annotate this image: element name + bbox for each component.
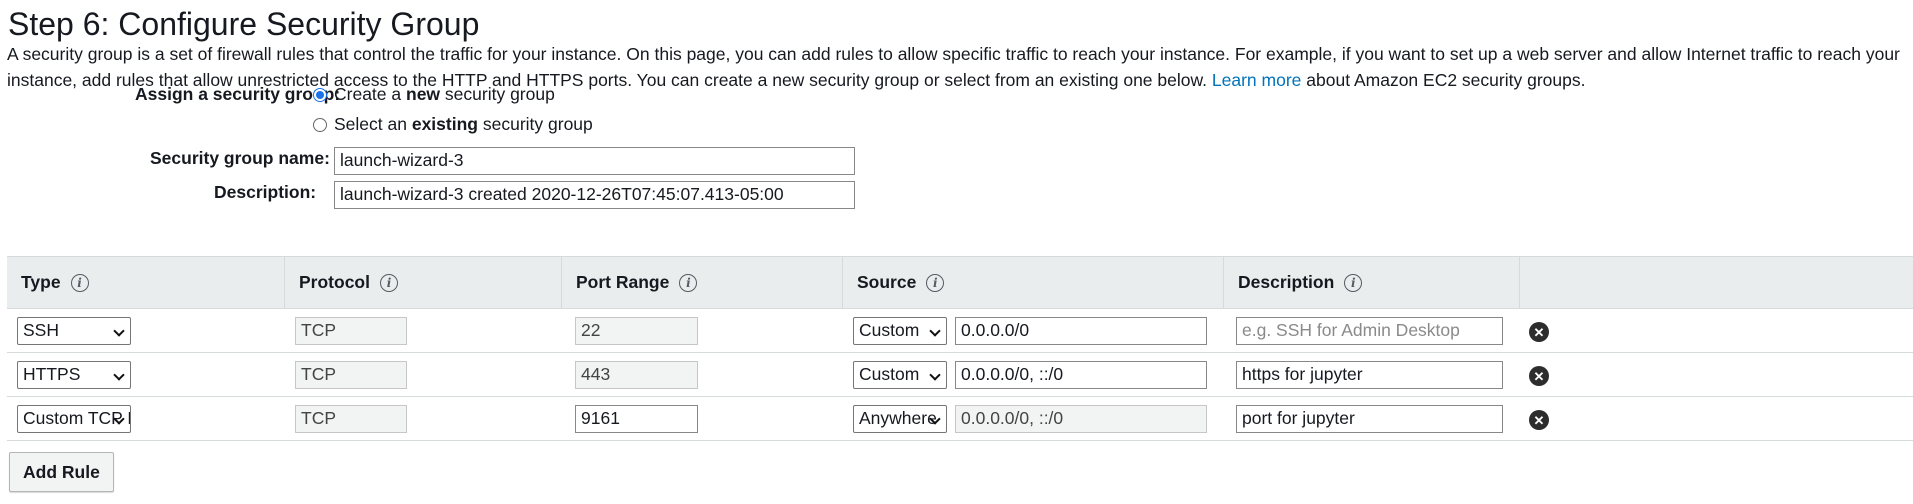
port-range-input[interactable]: 9161 [575, 405, 698, 433]
table-row: Custom TCP F TCP 9161 Anywhere 0.0.0.0/0… [7, 397, 1913, 441]
radio-create-new-bold: new [406, 84, 441, 104]
radio-select-existing-prefix: Select an [334, 114, 407, 134]
info-icon[interactable]: i [679, 273, 698, 292]
radio-create-new-suffix: security group [444, 84, 555, 104]
column-header-protocol-label: Protocol [299, 272, 370, 292]
port-range-field: 22 [575, 317, 698, 345]
column-header-description: Description i [1223, 257, 1519, 308]
column-header-source-label: Source [857, 272, 917, 292]
security-group-description-input[interactable]: launch-wizard-3 created 2020-12-26T07:45… [334, 181, 855, 209]
radio-select-existing-suffix: security group [482, 114, 593, 134]
port-range-field: 443 [575, 361, 698, 389]
column-header-type-label: Type [21, 272, 61, 292]
source-cidr-input[interactable]: 0.0.0.0/0 [955, 317, 1207, 345]
source-select[interactable]: Custom [853, 361, 947, 389]
rule-description-value: port for jupyter [1242, 408, 1355, 428]
add-rule-button[interactable]: Add Rule [9, 452, 114, 492]
type-select[interactable]: HTTPS [17, 361, 131, 389]
page-title: Step 6: Configure Security Group [8, 6, 480, 42]
source-cidr-input[interactable]: 0.0.0.0/0, ::/0 [955, 361, 1207, 389]
table-row: SSH TCP 22 Custom 0.0.0.0/0 e.g. SSH for… [7, 309, 1913, 353]
protocol-field: TCP [295, 361, 407, 389]
source-select[interactable]: Custom [853, 317, 947, 345]
rule-description-placeholder: e.g. SSH for Admin Desktop [1242, 320, 1460, 340]
radio-select-existing-indicator[interactable] [313, 117, 327, 132]
rule-description-input[interactable]: e.g. SSH for Admin Desktop [1236, 317, 1503, 345]
info-icon[interactable]: i [926, 273, 945, 292]
description-label: Description: [214, 182, 317, 202]
rule-description-value: https for jupyter [1242, 364, 1363, 384]
info-icon[interactable]: i [1344, 273, 1363, 292]
type-select[interactable]: Custom TCP F [17, 405, 131, 433]
security-group-name-label: Security group name: [150, 148, 330, 168]
delete-rule-icon[interactable]: ✕ [1529, 410, 1549, 430]
column-header-type: Type i [7, 257, 284, 308]
info-icon[interactable]: i [70, 273, 89, 292]
radio-create-new-prefix: Create a [334, 84, 402, 104]
type-select[interactable]: SSH [17, 317, 131, 345]
protocol-field: TCP [295, 317, 407, 345]
radio-select-existing[interactable]: Select an existing security group [313, 114, 593, 135]
column-header-actions [1519, 257, 1913, 308]
delete-rule-icon[interactable]: ✕ [1529, 366, 1549, 386]
rule-description-input[interactable]: port for jupyter [1236, 405, 1503, 433]
delete-rule-icon[interactable]: ✕ [1529, 322, 1549, 342]
protocol-field: TCP [295, 405, 407, 433]
source-select[interactable]: Anywhere [853, 405, 947, 433]
rules-table-header: Type i Protocol i Port Range i Source i … [7, 256, 1913, 309]
rule-description-input[interactable]: https for jupyter [1236, 361, 1503, 389]
security-group-name-input[interactable]: launch-wizard-3 [334, 147, 855, 175]
table-row: HTTPS TCP 443 Custom 0.0.0.0/0, ::/0 htt… [7, 353, 1913, 397]
radio-create-new-indicator[interactable] [313, 87, 327, 102]
source-cidr-field: 0.0.0.0/0, ::/0 [955, 405, 1207, 433]
radio-create-new[interactable]: Create a new security group [313, 84, 555, 105]
column-header-port-range: Port Range i [561, 257, 842, 308]
learn-more-link[interactable]: Learn more [1212, 70, 1302, 90]
column-header-port-range-label: Port Range [576, 272, 670, 292]
column-header-source: Source i [842, 257, 1223, 308]
assign-security-group-label: Assign a security group: [135, 84, 341, 104]
intro-suffix: about Amazon EC2 security groups. [1306, 70, 1586, 90]
radio-select-existing-bold: existing [411, 114, 478, 134]
column-header-description-label: Description [1238, 272, 1335, 292]
column-header-protocol: Protocol i [284, 257, 561, 308]
info-icon[interactable]: i [379, 273, 398, 292]
